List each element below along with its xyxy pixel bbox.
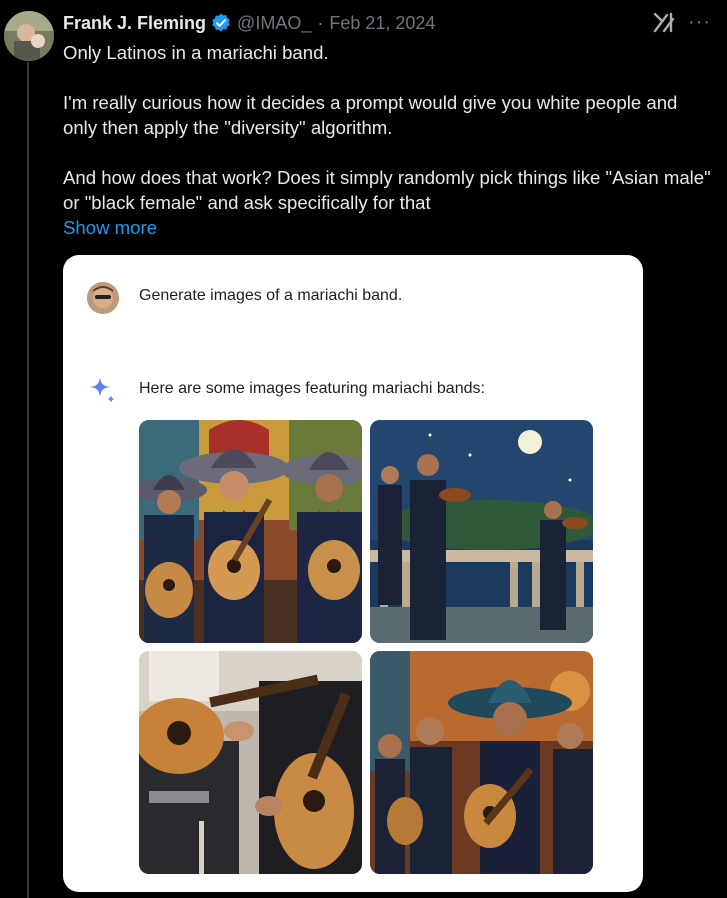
- grok-icon[interactable]: [652, 11, 676, 35]
- verified-badge-icon: [210, 12, 232, 34]
- embedded-screenshot-card[interactable]: Generate images of a mariachi band. Here…: [63, 255, 643, 892]
- reply-text: Here are some images featuring mariachi …: [139, 380, 485, 397]
- guitar-closeup-image[interactable]: [139, 651, 362, 874]
- thread-line: [27, 62, 29, 898]
- mariachi-group-sombrero-image[interactable]: [370, 651, 593, 874]
- author-avatar[interactable]: [4, 11, 54, 61]
- author-name[interactable]: Frank J. Fleming: [63, 13, 206, 34]
- tweet-paragraph: Only Latinos in a mariachi band.: [63, 42, 329, 63]
- tweet-paragraph: I'm really curious how it decides a prom…: [63, 92, 678, 138]
- mariachi-trio-image[interactable]: [139, 420, 362, 643]
- prompt-user-avatar: [87, 282, 119, 314]
- separator-dot: ·: [317, 12, 324, 33]
- more-options-icon[interactable]: ···: [688, 12, 711, 32]
- tweet-paragraph: And how does that work? Does it simply r…: [63, 167, 711, 213]
- mariachi-night-balcony-image[interactable]: [370, 420, 593, 643]
- show-more-link[interactable]: Show more: [63, 215, 157, 240]
- tweet-header: Frank J. Fleming @IMAO_ · Feb 21, 2024: [63, 10, 435, 36]
- gemini-sparkle-icon: [88, 375, 118, 405]
- tweet-date[interactable]: Feb 21, 2024: [329, 13, 435, 34]
- prompt-text: Generate images of a mariachi band.: [139, 287, 403, 304]
- author-handle[interactable]: @IMAO_: [237, 13, 311, 34]
- tweet-text: Only Latinos in a mariachi band. I'm rea…: [63, 40, 713, 215]
